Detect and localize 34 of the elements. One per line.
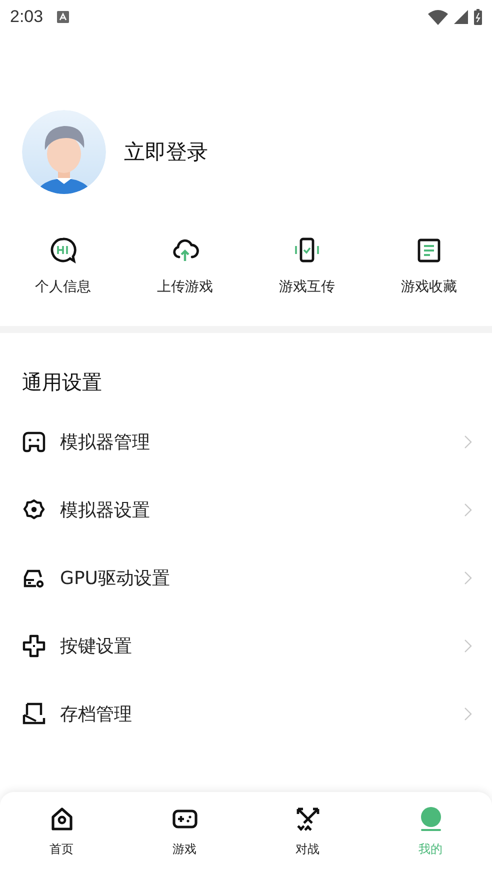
chevron-icon [464,503,472,517]
dpad-icon [22,634,46,658]
login-link[interactable]: 立即登录 [124,138,208,166]
avatar[interactable] [22,110,106,194]
nav-tab[interactable]: 对战 [246,792,369,874]
status-time: 2:03 [10,7,44,27]
settings-item[interactable]: 模拟器管理 [60,430,450,454]
chevron-icon [464,707,472,721]
chat-bubble-icon [49,236,77,264]
notification-icon [57,11,70,23]
crossed-swords-icon [294,806,320,832]
nav-tab[interactable]: 游戏 [123,792,246,874]
tray-icon [22,702,46,726]
battery-icon [474,9,482,25]
section-title: 通用设置 [21,369,103,396]
quick-action[interactable]: 游戏互传 [246,236,368,296]
phone-check-icon [293,236,321,264]
quick-action[interactable]: 个人信息 [2,236,124,296]
wifi-icon [428,10,448,24]
chevron-icon [464,435,472,449]
quick-action[interactable]: 游戏收藏 [368,236,490,296]
gamepad-icon [22,430,46,454]
chevron-icon [464,639,472,653]
home-icon [48,806,74,832]
nav-tab[interactable]: 首页 [0,792,123,874]
settings-item[interactable]: 模拟器设置 [60,498,450,522]
chevron-icon [464,571,472,585]
settings-item[interactable]: GPU驱动设置 [60,566,450,590]
settings-item[interactable]: 存档管理 [60,702,450,726]
settings-item[interactable]: 按键设置 [60,634,450,658]
gear-icon [22,498,46,522]
signal-icon [454,10,468,24]
document-icon [415,236,443,264]
quick-action[interactable]: 上传游戏 [124,236,246,296]
